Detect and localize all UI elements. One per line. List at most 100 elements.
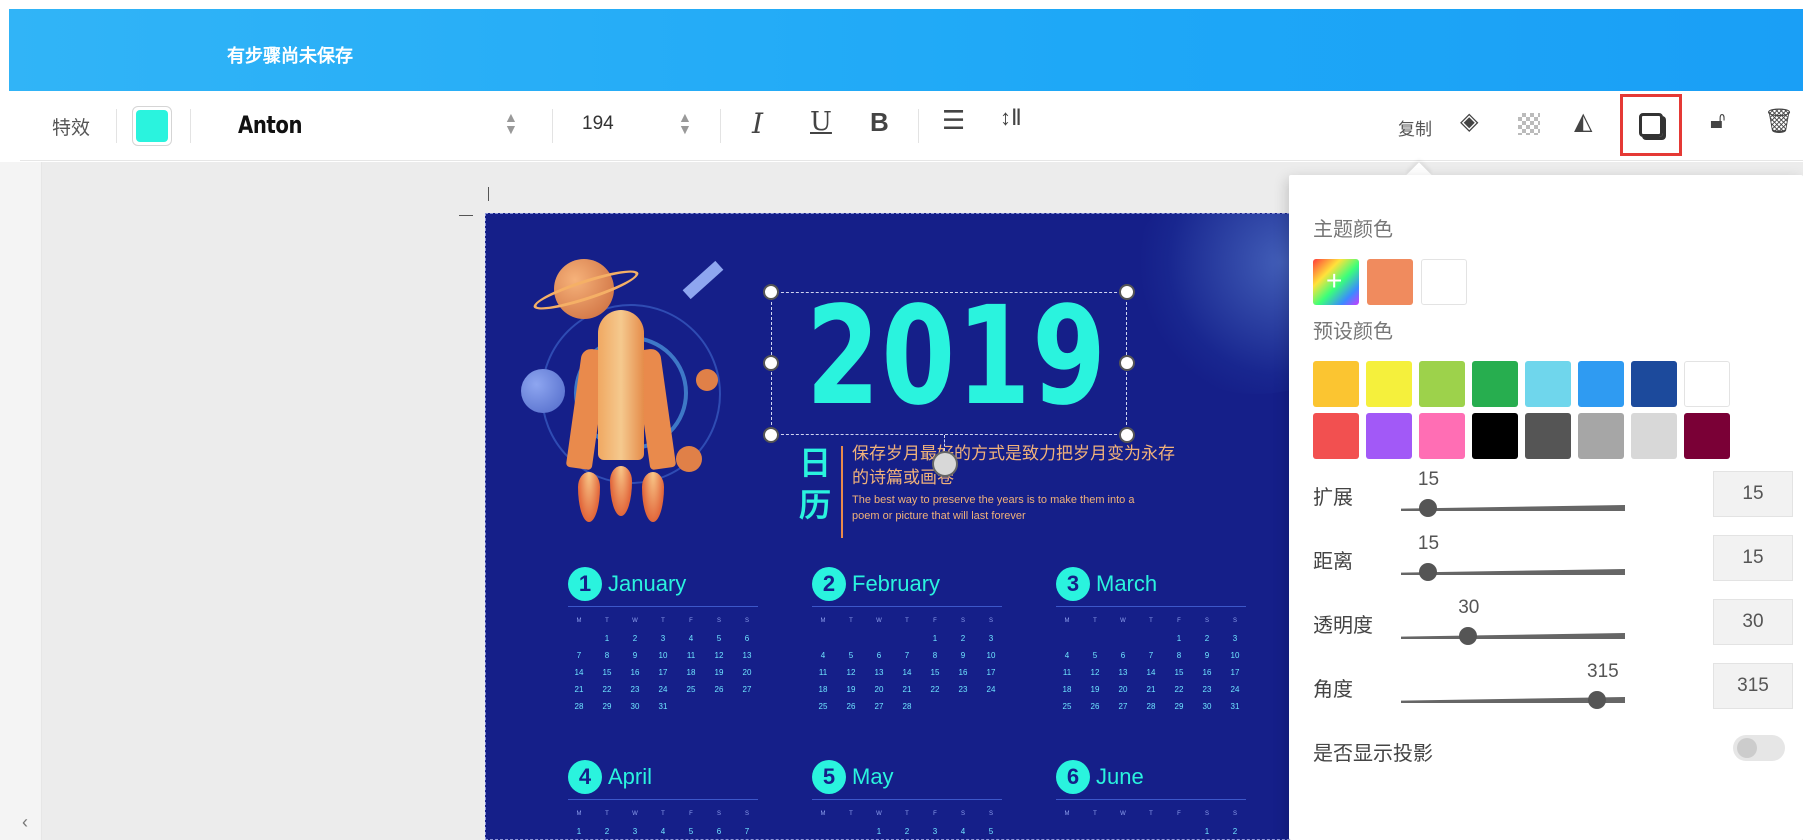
preset-color-swatch[interactable] (1525, 361, 1571, 407)
preset-colors-label: 预设颜色 (1313, 321, 1393, 343)
preset-color-swatch[interactable] (1472, 413, 1518, 459)
underline-button[interactable]: U (810, 107, 832, 137)
preset-color-swatch[interactable] (1366, 413, 1412, 459)
shadow-button[interactable] (1620, 94, 1682, 156)
angle-input[interactable]: 315 (1713, 663, 1793, 709)
ruler-mark (488, 187, 489, 201)
small-planet (696, 369, 718, 391)
delete-icon[interactable]: 🗑︎ (1764, 107, 1794, 136)
line-spacing-icon[interactable]: ↕Ⅱ (1000, 105, 1022, 131)
slider-track[interactable] (1401, 633, 1625, 639)
resize-handle[interactable] (763, 284, 779, 300)
preset-color-swatch[interactable] (1313, 361, 1359, 407)
month-number: 5 (812, 760, 846, 794)
app-header: 有步骤尚未保存 (9, 9, 1803, 91)
blue-planet (521, 369, 565, 413)
month-name: January (608, 571, 687, 596)
rocket (598, 310, 644, 460)
font-family-select[interactable]: Anton (238, 111, 303, 139)
month-days: MTWTFSS123456789101112 (576, 811, 750, 836)
ruler-mark (459, 215, 473, 216)
month-name: February (852, 571, 941, 596)
month-block[interactable]: 6 June MTWTFSS12 (1056, 759, 1246, 839)
unsaved-status: 有步骤尚未保存 (227, 46, 353, 66)
month-block[interactable]: 5 May MTWTFSS12345 (812, 759, 1002, 839)
custom-color-picker[interactable]: + (1313, 259, 1359, 305)
effects-button[interactable]: 特效 (52, 113, 90, 140)
preset-color-swatch[interactable] (1631, 413, 1677, 459)
month-number: 3 (1056, 567, 1090, 601)
font-size-input[interactable]: 194 (582, 113, 614, 135)
resize-handle[interactable] (763, 427, 779, 443)
preset-color-swatch[interactable] (1419, 361, 1465, 407)
rocket-flame (578, 472, 600, 522)
preset-color-swatch[interactable] (1419, 413, 1465, 459)
distance-label: 距离 (1313, 551, 1353, 573)
chinese-subtitle[interactable]: 保存岁月最好的方式是致力把岁月变为永存的诗篇或画卷 (852, 442, 1182, 490)
shadow-settings-panel: 主题颜色 + 预设颜色 扩展 距离 透明度 角度 15 15 30 315 15 15… (1289, 175, 1803, 840)
lock-icon[interactable]: 🔓︎ (1710, 107, 1726, 135)
resize-handle[interactable] (1119, 284, 1135, 300)
month-block[interactable]: 2 February M T W T F S S 1 2 3 4 5 6 7 8 9 10 11 12 13 14 15 16… (812, 566, 1002, 715)
italic-button[interactable]: I (752, 107, 763, 140)
preset-color-swatch[interactable] (1684, 361, 1730, 407)
english-subtitle[interactable]: The best way to preserve the years is to… (852, 492, 1152, 524)
month-block[interactable]: 3 March M T W T F S S 1 2 3 4 5 6 7 8 9 10 11 12 13 14 15 16 17 1… (1056, 566, 1246, 715)
font-family-stepper[interactable]: ▲ ▼ (504, 110, 518, 137)
bold-button[interactable]: B (870, 107, 889, 138)
preset-color-swatch[interactable] (1366, 361, 1412, 407)
resize-handle[interactable] (1119, 427, 1135, 443)
flip-icon[interactable]: ◭ (1574, 107, 1592, 136)
preset-color-swatch[interactable] (1313, 413, 1359, 459)
spread-input[interactable]: 15 (1713, 471, 1793, 517)
rotate-handle[interactable] (932, 451, 958, 477)
rocket-flame (610, 466, 632, 516)
month-block[interactable]: 4April MTWTFSS123456789101112 (568, 759, 758, 839)
resize-handle[interactable] (1119, 355, 1135, 371)
align-icon[interactable]: ☰ (942, 105, 965, 136)
spread-label: 扩展 (1313, 487, 1353, 509)
transparency-icon[interactable] (1518, 113, 1540, 135)
chevron-down-icon: ▼ (504, 121, 518, 137)
font-size-stepper[interactable]: ▲ ▼ (678, 110, 692, 136)
preset-color-swatch[interactable] (1525, 413, 1571, 459)
month-block[interactable]: 1 January M T W T F S S 1 2 3 4 5 6 7 8 9 10 11 12 13 14 15 16 1… (568, 566, 758, 715)
slider-value-label: 15 (1417, 533, 1440, 554)
month-number: 4 (568, 760, 602, 794)
text-toolbar: 特效 Anton ▲ ▼ 194 ▲ ▼ I U B ☰ ↕Ⅱ 复制 ◈ ◭ 🔓︎ … (20, 91, 1803, 161)
slider-knob[interactable] (1418, 563, 1437, 581)
preset-color-swatch[interactable] (1631, 361, 1677, 407)
month-name: April (608, 764, 653, 789)
design-canvas[interactable]: 2019 日历 保存岁月最好的方式是致力把岁月变为永存的诗篇或画卷 The be… (485, 213, 1335, 840)
small-planet (676, 446, 702, 472)
rili-text: 日历 (799, 445, 832, 523)
show-shadow-toggle[interactable] (1733, 735, 1785, 761)
font-color-button[interactable] (132, 106, 172, 146)
distance-input[interactable]: 15 (1713, 535, 1793, 581)
opacity-input[interactable]: 30 (1713, 599, 1793, 645)
month-number: 2 (812, 567, 846, 601)
slider-knob[interactable] (1588, 691, 1606, 709)
slider-knob[interactable] (1418, 499, 1437, 517)
month-name: March (1096, 571, 1158, 596)
angle-label: 角度 (1313, 679, 1353, 701)
rocket-flame (642, 472, 664, 522)
month-name: May (852, 764, 894, 789)
theme-color-swatch[interactable] (1421, 259, 1467, 305)
month-days: M T W T F S S 1 2 3 4 5 6 7 8 9 10 11 12 13 14 15 16 17 18 19 20 21… (818, 618, 996, 711)
copy-button[interactable]: 复制 (1398, 115, 1432, 140)
layers-icon[interactable]: ◈ (1460, 107, 1478, 136)
slider-value-label: 315 (1587, 661, 1619, 682)
theme-colors-label: 主题颜色 (1313, 219, 1393, 241)
preset-color-swatch[interactable] (1472, 361, 1518, 407)
month-number: 6 (1056, 760, 1090, 794)
preset-color-swatch[interactable] (1578, 361, 1624, 407)
font-color-swatch (136, 110, 168, 142)
resize-handle[interactable] (763, 355, 779, 371)
collapse-left-icon[interactable]: ‹ (22, 812, 28, 833)
preset-color-swatch[interactable] (1684, 413, 1730, 459)
preset-color-swatch[interactable] (1578, 413, 1624, 459)
theme-color-swatch[interactable] (1367, 259, 1413, 305)
shadow-icon (1639, 113, 1663, 137)
slider-knob[interactable] (1459, 627, 1478, 645)
